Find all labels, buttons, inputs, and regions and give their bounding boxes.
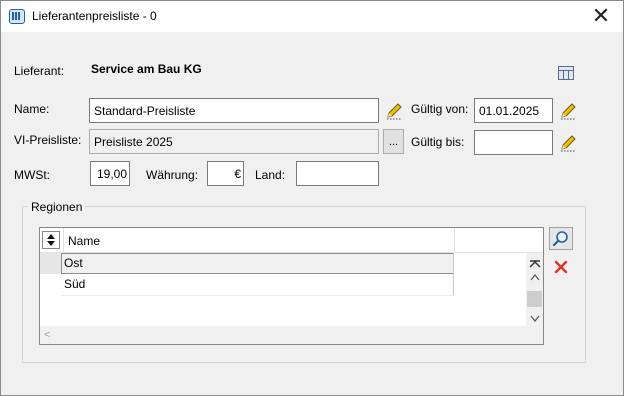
mwst-field[interactable]: 19,00 <box>90 161 130 186</box>
sort-icon[interactable] <box>42 231 60 249</box>
vi-preisliste-browse-button[interactable]: ... <box>383 129 404 154</box>
row-selector[interactable] <box>40 274 61 295</box>
name-label: Name: <box>14 102 50 116</box>
land-field[interactable] <box>296 161 379 186</box>
table-layout-icon[interactable] <box>558 66 574 80</box>
column-header-name[interactable]: Name <box>68 234 100 248</box>
row-selector[interactable] <box>40 253 61 274</box>
table-header: Name <box>40 228 543 253</box>
name-field[interactable]: Standard-Preisliste <box>89 98 379 123</box>
scroll-left-icon[interactable]: < <box>44 329 50 341</box>
search-icon <box>552 231 568 247</box>
gueltig-bis-field[interactable] <box>474 130 553 155</box>
vi-preisliste-field[interactable]: Preisliste 2025 <box>89 129 379 154</box>
search-button[interactable] <box>549 227 573 250</box>
land-label: Land: <box>255 168 286 182</box>
horizontal-scrollbar[interactable]: < <box>40 326 526 344</box>
lieferant-value: Service am Bau KG <box>91 62 202 76</box>
region-cell[interactable]: Ost <box>61 253 454 274</box>
gueltig-bis-label: Gültig bis: <box>411 135 465 149</box>
regionen-table[interactable]: Name Ost Süd < <box>39 227 544 345</box>
edit-gueltig-von-pencil-icon[interactable] <box>558 101 578 121</box>
edit-name-pencil-icon[interactable] <box>384 101 404 121</box>
waehrung-label: Währung: <box>146 168 199 182</box>
app-icon <box>9 9 25 24</box>
delete-icon[interactable] <box>553 259 569 275</box>
lieferant-label: Lieferant: <box>14 64 65 78</box>
close-button[interactable]: ✕ <box>579 1 623 31</box>
window-title: Lieferantenpreisliste - 0 <box>32 9 157 23</box>
vi-preisliste-label: VI-Preisliste: <box>14 133 82 147</box>
table-row[interactable]: Ost <box>40 253 454 274</box>
scroll-up-icon[interactable] <box>526 271 543 283</box>
waehrung-field[interactable]: € <box>207 161 244 186</box>
mwst-label: MWSt: <box>14 168 50 182</box>
gueltig-von-label: Gültig von: <box>411 102 469 116</box>
scrollbar-thumb[interactable] <box>527 291 542 307</box>
gueltig-von-field[interactable]: 01.01.2025 <box>474 98 553 123</box>
regionen-title: Regionen <box>28 200 86 214</box>
title-bar[interactable]: Lieferantenpreisliste - 0 ✕ <box>1 1 623 32</box>
scroll-down-icon[interactable] <box>526 313 543 325</box>
edit-gueltig-bis-pencil-icon[interactable] <box>558 133 578 153</box>
table-row[interactable]: Süd <box>40 274 454 295</box>
scroll-top-icon[interactable] <box>526 257 543 269</box>
close-icon: ✕ <box>591 3 611 28</box>
dialog-window: Lieferantenpreisliste - 0 ✕ Lieferant: S… <box>0 0 624 396</box>
region-cell[interactable]: Süd <box>61 274 454 295</box>
